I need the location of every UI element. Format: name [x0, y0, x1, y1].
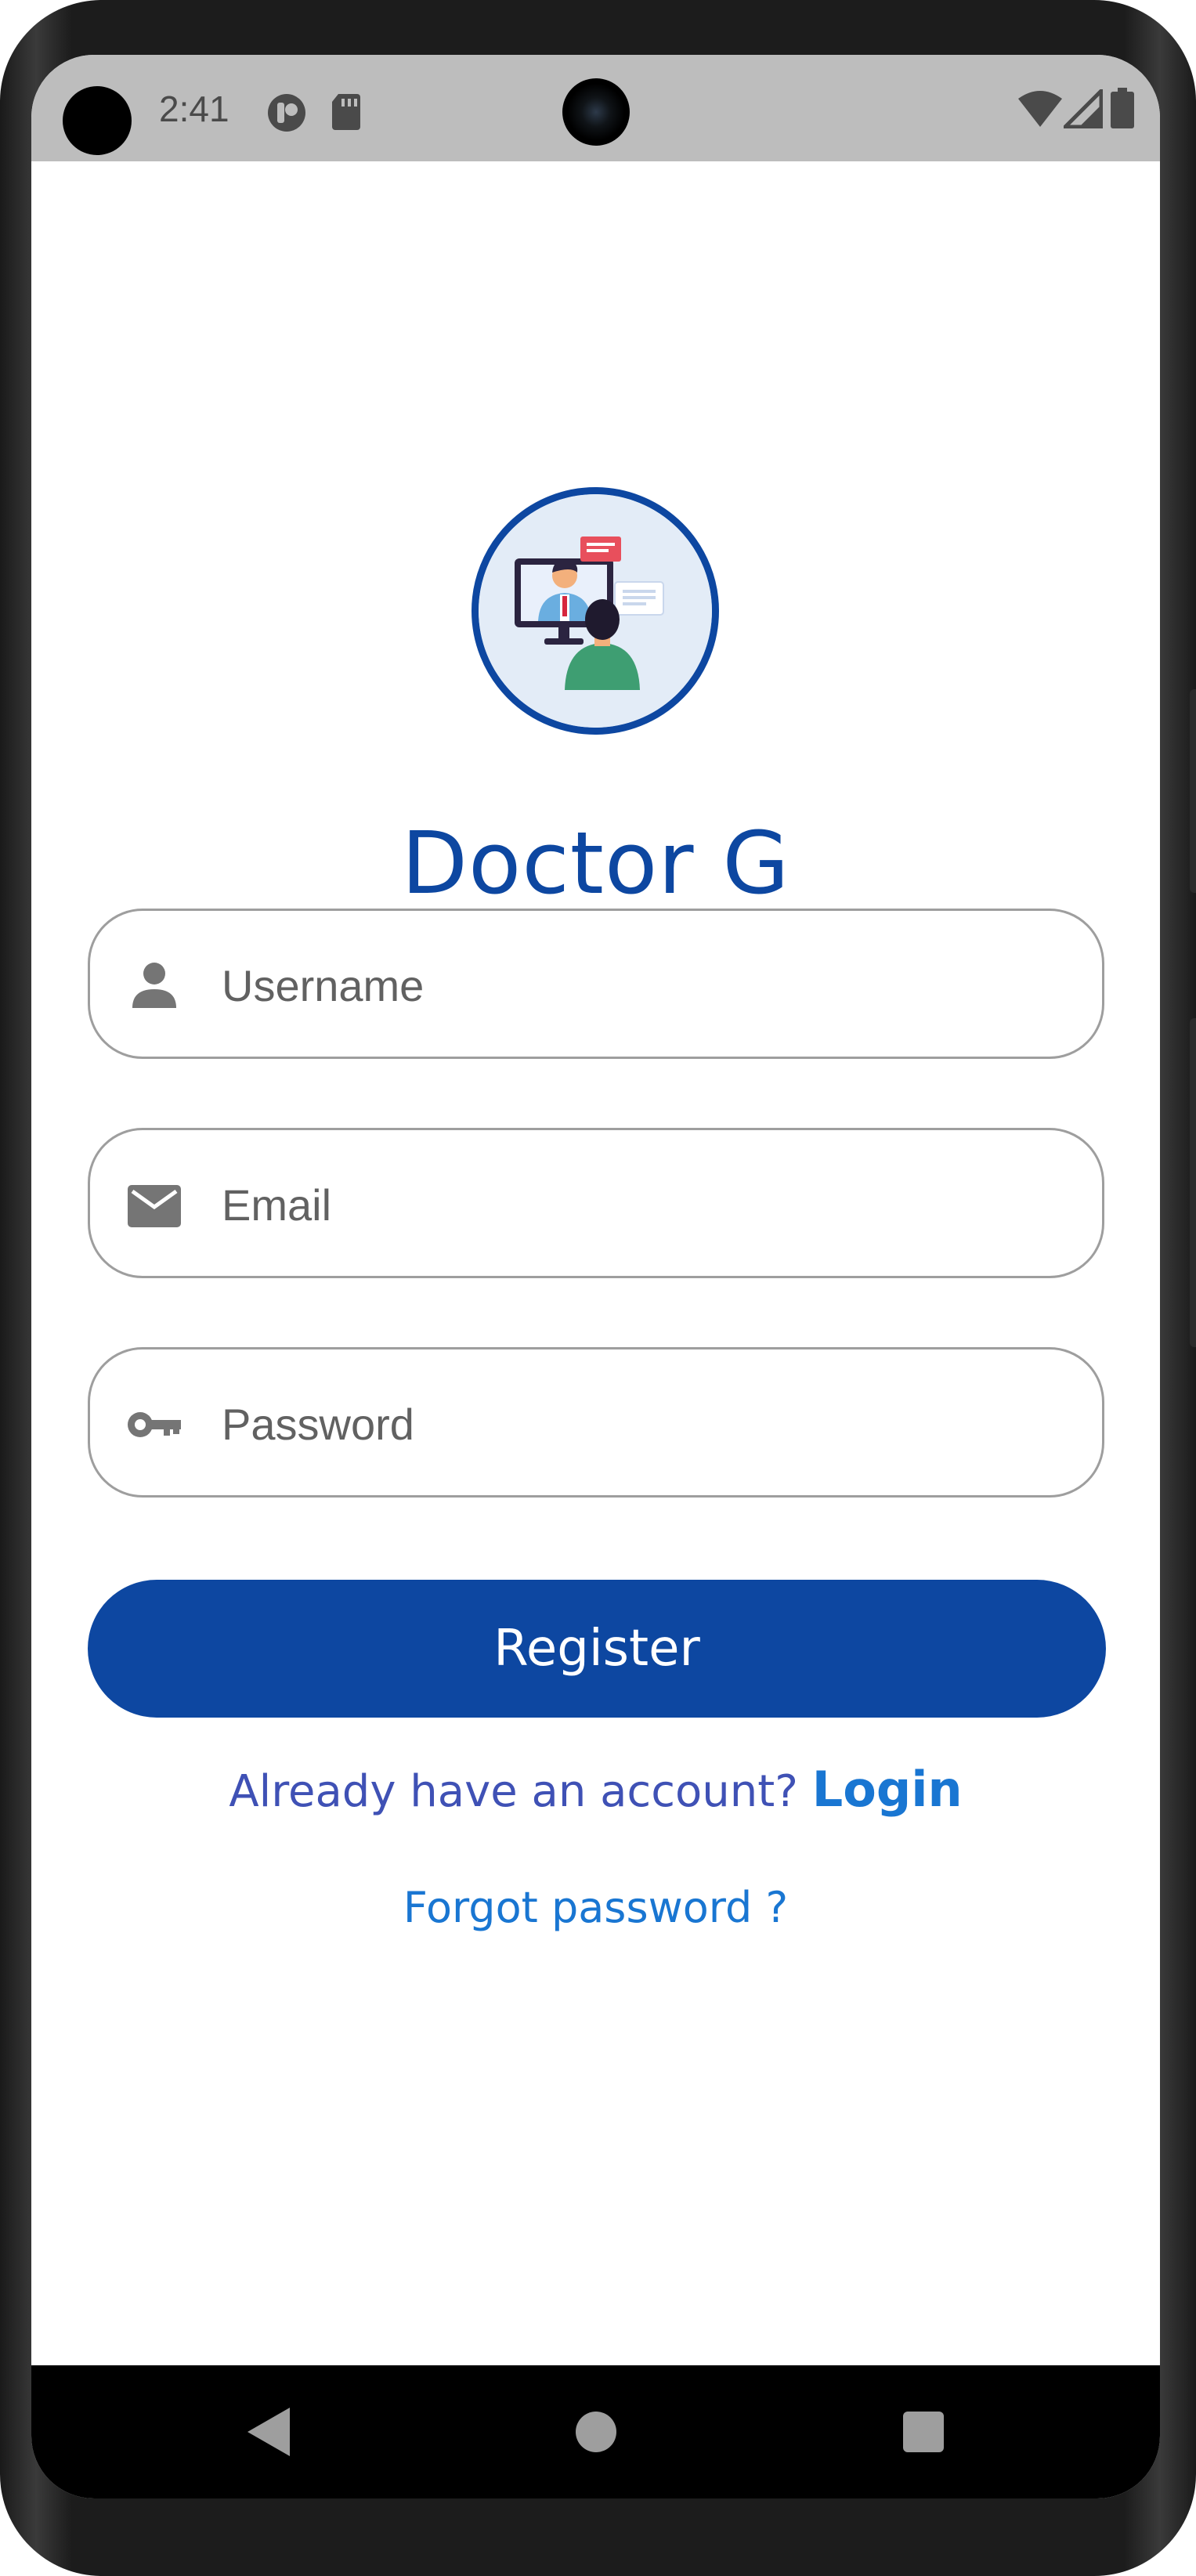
username-placeholder: Username	[222, 961, 425, 1010]
back-icon[interactable]	[244, 2404, 294, 2463]
notification-app-icon	[266, 92, 307, 137]
person-icon	[125, 956, 184, 1016]
wifi-icon	[1017, 89, 1064, 132]
power-button	[1190, 689, 1196, 893]
phone-frame: 2:41 Doctor G Username Email Password Re…	[0, 0, 1196, 2576]
register-button[interactable]: Register	[88, 1580, 1106, 1718]
battery-icon	[1111, 88, 1134, 132]
app-screen: 2:41 Doctor G Username Email Password Re…	[31, 55, 1160, 2498]
cell-signal-icon	[1060, 85, 1104, 132]
app-title: Doctor G	[401, 813, 790, 913]
login-link[interactable]: Login	[812, 1761, 963, 1818]
username-field[interactable]: Username	[88, 909, 1104, 1059]
forgot-password-label[interactable]: Forgot password ?	[403, 1883, 788, 1932]
doctor-consultation-logo	[479, 494, 712, 728]
forgot-password-link[interactable]: Forgot password ?	[31, 1883, 1160, 1932]
login-prompt-text: Already have an account?	[229, 1766, 798, 1817]
password-placeholder: Password	[222, 1400, 414, 1449]
status-time: 2:41	[159, 89, 229, 129]
email-field[interactable]: Email	[88, 1128, 1104, 1278]
key-icon	[125, 1395, 184, 1454]
sd-card-icon	[331, 92, 362, 134]
home-icon[interactable]	[573, 2409, 619, 2459]
password-field[interactable]: Password	[88, 1347, 1104, 1498]
email-placeholder: Email	[222, 1180, 332, 1230]
recents-icon[interactable]	[901, 2409, 946, 2459]
mail-icon	[125, 1176, 184, 1235]
punch-hole-left	[63, 86, 132, 155]
volume-button	[1190, 1018, 1196, 1347]
app-logo	[472, 487, 719, 735]
front-camera	[562, 78, 630, 146]
navigation-bar	[31, 2365, 1160, 2498]
login-prompt: Already have an account? Login	[31, 1761, 1160, 1818]
status-bar: 2:41	[31, 55, 1160, 161]
